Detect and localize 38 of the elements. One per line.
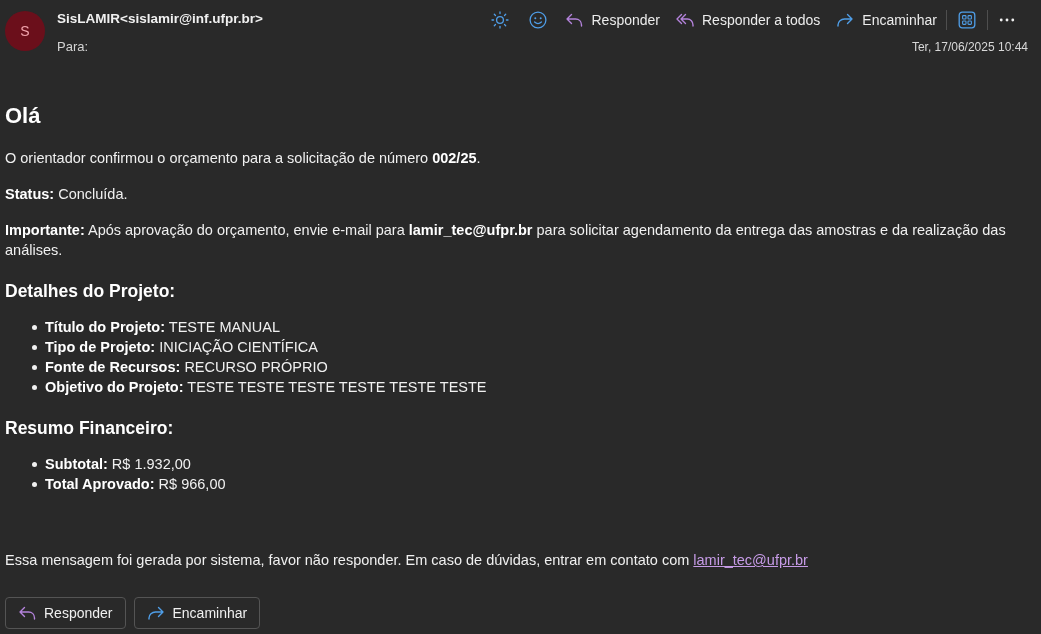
- sun-icon: [491, 11, 510, 29]
- reply-all-button[interactable]: Responder a todos: [668, 6, 829, 34]
- forward-arrow-icon: [146, 604, 165, 622]
- forward-button[interactable]: Encaminhar: [133, 597, 261, 629]
- recipient-label: Para:: [57, 38, 90, 56]
- forward-button[interactable]: Encaminhar: [828, 6, 945, 34]
- footer-note: Essa mensagem foi gerada por sistema, favor não responder. Em caso de dúvidas, entrar em contato com lamir_tec@ufpr.br: [5, 551, 808, 570]
- avatar: S: [5, 11, 45, 51]
- reply-button[interactable]: Responder: [5, 597, 126, 629]
- message-paragraph: Status: Concluída.: [5, 185, 128, 204]
- bullet-icon: [32, 344, 37, 350]
- list-item: Fonte de Recursos: RECURSO PRÓPRIO: [45, 358, 328, 377]
- reply-arrow-icon: [18, 604, 36, 622]
- list-item: Subtotal: R$ 1.932,00: [45, 455, 191, 474]
- received-date: Ter, 17/06/2025 10:44: [911, 40, 1028, 54]
- greeting-heading: Olá: [5, 102, 41, 130]
- sender-address: SisLAMIR<sislamir@inf.ufpr.br>: [57, 10, 263, 28]
- bullet-icon: [32, 481, 37, 487]
- message-paragraph: Importante: Após aprovação do orçamento, envie e-mail para lamir_tec@ufpr.br para solicitar agendamento da entrega das amostras e da realização das análises.: [5, 221, 1007, 260]
- section-heading: Detalhes do Projeto:: [5, 280, 176, 303]
- reply-arrow-icon: [565, 11, 584, 29]
- message-paragraph: O orientador confirmou o orçamento para a solicitação de número 002/25.: [5, 149, 481, 168]
- smiley-icon: [529, 11, 548, 29]
- more-icon: [999, 18, 1015, 22]
- bullet-icon: [32, 384, 37, 390]
- bullet-icon: [32, 324, 37, 330]
- list-item: Total Aprovado: R$ 966,00: [45, 475, 226, 494]
- list-item: Objetivo do Projeto: TESTE TESTE TESTE TESTE TESTE TESTE: [45, 378, 487, 397]
- double-reply-arrow-icon: [676, 11, 694, 29]
- grid-icon: [958, 11, 976, 29]
- bullet-icon: [32, 364, 37, 370]
- section-heading: Resumo Financeiro:: [5, 417, 174, 440]
- list-item: Título do Projeto: TESTE MANUAL: [45, 318, 280, 337]
- forward-arrow-icon: [836, 11, 855, 29]
- email-link[interactable]: lamir_tec@ufpr.br: [693, 552, 808, 568]
- reply-button[interactable]: Responder: [557, 6, 668, 34]
- bullet-icon: [32, 461, 37, 467]
- list-item: Tipo de Projeto: INICIAÇÃO CIENTÍFICA: [45, 338, 318, 357]
